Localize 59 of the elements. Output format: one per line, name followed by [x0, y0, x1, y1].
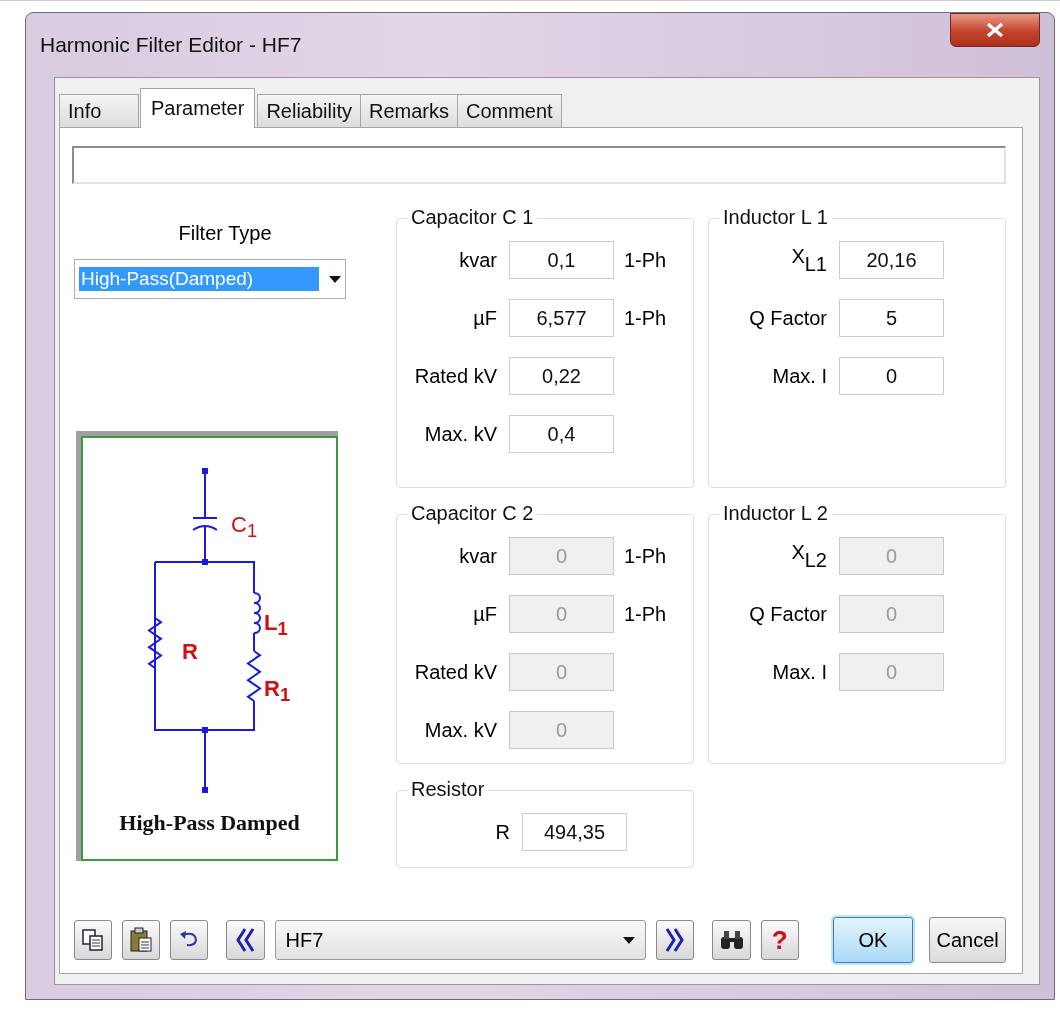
previous-button[interactable] [226, 920, 265, 960]
text-field[interactable] [72, 146, 1006, 184]
value-field[interactable]: 0,22 [509, 357, 614, 395]
window-title: Harmonic Filter Editor - HF7 [40, 33, 302, 57]
tab[interactable]: Info [59, 94, 139, 128]
unit-label: 1-Ph [624, 248, 667, 272]
record-dropdown[interactable]: HF7 [274, 920, 647, 960]
double-chevron-left-icon [235, 927, 256, 953]
component-label: L$_{1}$ [264, 612, 288, 639]
value-field[interactable]: 494,35 [522, 813, 627, 851]
field-label: Max. kV [423, 422, 498, 446]
field-label: kvar [458, 544, 498, 568]
field-label: Rated kV [413, 364, 498, 388]
filter-type-label: Filter Type [178, 222, 272, 245]
close-icon [985, 22, 1005, 38]
value-field[interactable]: 0 [839, 357, 944, 395]
copy-button[interactable] [74, 920, 113, 960]
field-label: Rated kV [413, 660, 498, 684]
value-field[interactable]: 5 [839, 299, 944, 337]
ok-button[interactable]: OK [832, 917, 914, 963]
tab[interactable]: Reliability [257, 94, 361, 128]
unit-label: 1-Ph [624, 306, 667, 330]
field-label: Max. kV [423, 718, 498, 742]
tab[interactable]: Parameter [140, 88, 256, 128]
value-field[interactable]: 0,1 [509, 241, 614, 279]
double-chevron-right-icon [665, 927, 686, 953]
value-field[interactable]: 20,16 [839, 241, 944, 279]
field-label: Q Factor [748, 602, 828, 626]
field-label: Max. I [771, 364, 828, 388]
field-label: µF [472, 306, 498, 330]
unit-label: 1-Ph [624, 544, 667, 568]
field-label: µF [472, 602, 498, 626]
field-label: kvar [458, 248, 498, 272]
group-title: Capacitor C 1 [407, 206, 538, 229]
caret-icon [623, 936, 636, 944]
unit-label: 1-Ph [624, 602, 667, 626]
cancel-button[interactable]: Cancel [929, 917, 1006, 963]
component-label: R$_{1}$ [264, 678, 291, 705]
component-label: C$_{1}$ [231, 514, 258, 541]
paste-icon [129, 927, 154, 953]
tab[interactable]: Remarks [359, 94, 458, 128]
caret-icon [329, 275, 341, 283]
value-field[interactable]: 6,577 [509, 299, 614, 337]
diagram-caption: High-Pass Damped [118, 810, 301, 836]
next-button[interactable] [656, 920, 695, 960]
value-field[interactable]: 0,4 [509, 415, 614, 453]
find-button[interactable] [712, 920, 751, 960]
help-button[interactable]: ? [760, 920, 799, 960]
group-title: Capacitor C 2 [407, 502, 538, 525]
component-label: R [182, 641, 198, 663]
paste-button[interactable] [122, 920, 161, 960]
field-label: R [494, 820, 511, 844]
tab[interactable]: Comment [457, 94, 562, 128]
copy-icon [81, 928, 106, 952]
binoculars-icon [718, 929, 745, 951]
field-label: Max. I [771, 660, 828, 684]
undo-button[interactable] [170, 920, 209, 960]
close-button[interactable] [950, 13, 1040, 47]
field-label: Q Factor [748, 306, 828, 330]
